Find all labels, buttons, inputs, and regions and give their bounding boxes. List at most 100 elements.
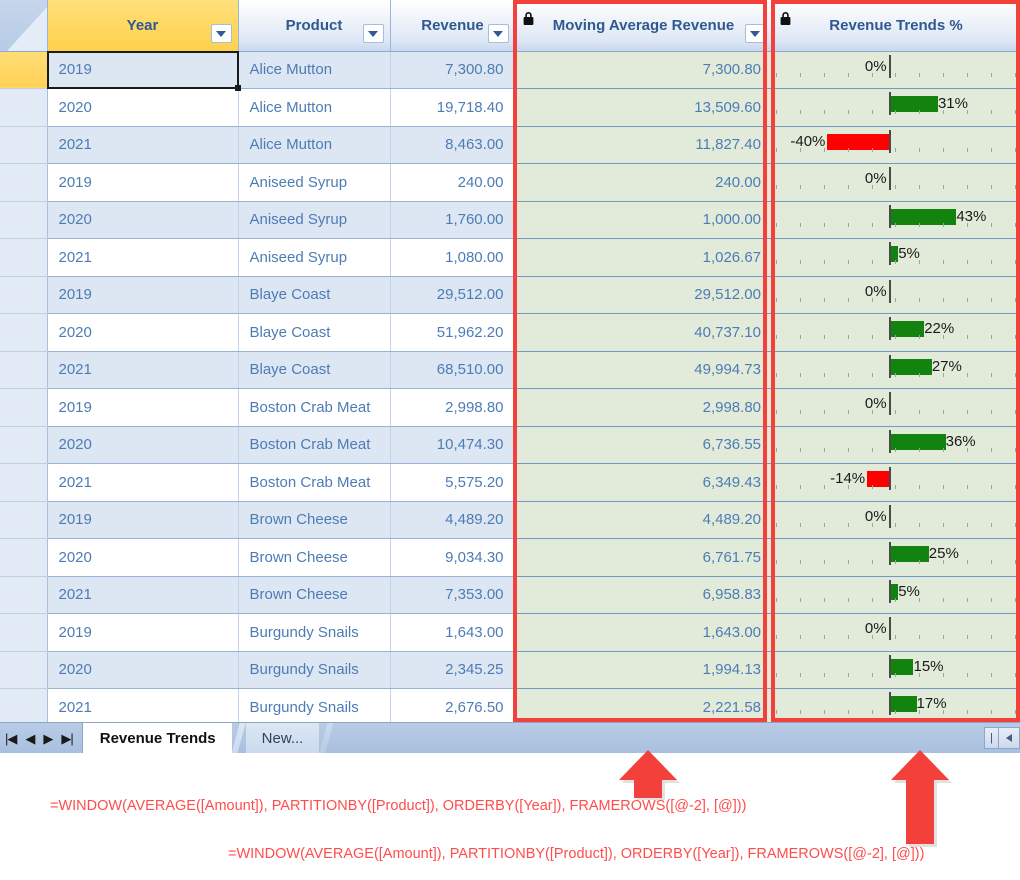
- cell-revenue[interactable]: 19,718.40: [390, 88, 516, 127]
- table-row[interactable]: 2021 Blaye Coast 68,510.00 49,994.73 27%: [0, 351, 1020, 389]
- cell-revenue[interactable]: 240.00: [390, 163, 516, 202]
- cell-revenue-trend[interactable]: 0%: [772, 51, 1020, 89]
- table-row[interactable]: 2021 Brown Cheese 7,353.00 6,958.83 5%: [0, 576, 1020, 614]
- cell-product[interactable]: Brown Cheese: [238, 501, 391, 539]
- cell-moving-average-revenue[interactable]: 4,489.20: [515, 501, 772, 539]
- selected-cell-year[interactable]: 2019: [46, 50, 241, 91]
- cell-year[interactable]: 2019: [47, 163, 239, 202]
- cell-moving-average-revenue[interactable]: 6,761.75: [515, 538, 772, 577]
- row-header-cell[interactable]: [0, 576, 48, 614]
- row-header-cell[interactable]: [0, 501, 48, 539]
- column-header-revenue[interactable]: Revenue: [390, 0, 516, 52]
- cell-product[interactable]: Brown Cheese: [238, 576, 391, 614]
- cell-moving-average-revenue[interactable]: 2,998.80: [515, 388, 772, 427]
- cell-product[interactable]: Aniseed Syrup: [238, 238, 391, 277]
- row-header-cell[interactable]: [0, 163, 48, 202]
- cell-year[interactable]: 2019: [47, 276, 239, 314]
- cell-moving-average-revenue[interactable]: 240.00: [515, 163, 772, 202]
- row-header-cell[interactable]: [0, 613, 48, 652]
- cell-moving-average-revenue[interactable]: 1,000.00: [515, 201, 772, 239]
- cell-moving-average-revenue[interactable]: 49,994.73: [515, 351, 772, 389]
- filter-button-product[interactable]: [362, 24, 384, 44]
- cell-product[interactable]: Aniseed Syrup: [238, 163, 391, 202]
- cell-revenue[interactable]: 7,300.80: [390, 51, 516, 89]
- cell-product[interactable]: Boston Crab Meat: [238, 388, 391, 427]
- cell-revenue-trend[interactable]: -14%: [772, 463, 1020, 502]
- cell-revenue[interactable]: 2,998.80: [390, 388, 516, 427]
- cell-revenue-trend[interactable]: 43%: [772, 201, 1020, 239]
- filter-button-revenue[interactable]: [487, 24, 509, 44]
- cell-year[interactable]: 2021: [47, 351, 239, 389]
- cell-revenue-trend[interactable]: 5%: [772, 576, 1020, 614]
- last-sheet-button[interactable]: ▶|: [61, 732, 73, 745]
- sheet-navigation-buttons[interactable]: |◀ ◀ ▶ ▶|: [0, 723, 83, 753]
- cell-revenue-trend[interactable]: 0%: [772, 388, 1020, 427]
- next-sheet-button[interactable]: ▶: [43, 732, 53, 745]
- row-header-cell[interactable]: [0, 238, 48, 277]
- cell-revenue-trend[interactable]: 5%: [772, 238, 1020, 277]
- cell-revenue[interactable]: 5,575.20: [390, 463, 516, 502]
- cell-revenue[interactable]: 1,760.00: [390, 201, 516, 239]
- cell-product[interactable]: Alice Mutton: [238, 126, 391, 164]
- row-header-cell[interactable]: [0, 276, 48, 314]
- cell-moving-average-revenue[interactable]: 40,737.10: [515, 313, 772, 352]
- cell-year[interactable]: 2020: [47, 538, 239, 577]
- table-row[interactable]: 2020 Blaye Coast 51,962.20 40,737.10 22%: [0, 313, 1020, 352]
- fill-handle[interactable]: [234, 85, 241, 91]
- cell-moving-average-revenue[interactable]: 7,300.80: [515, 51, 772, 89]
- cell-revenue[interactable]: 1,643.00: [390, 613, 516, 652]
- cell-product[interactable]: Blaye Coast: [238, 351, 391, 389]
- row-header-cell[interactable]: [0, 313, 48, 352]
- row-header-cell[interactable]: [0, 651, 48, 689]
- cell-revenue-trend[interactable]: 31%: [772, 88, 1020, 127]
- cell-year[interactable]: 2019: [47, 501, 239, 539]
- cell-year[interactable]: 2020: [47, 651, 239, 689]
- cell-revenue[interactable]: 29,512.00: [390, 276, 516, 314]
- cell-revenue[interactable]: 4,489.20: [390, 501, 516, 539]
- cell-moving-average-revenue[interactable]: 2,221.58: [515, 688, 772, 727]
- cell-product[interactable]: Blaye Coast: [238, 276, 391, 314]
- cell-product[interactable]: Blaye Coast: [238, 313, 391, 352]
- column-header-revenue-trends[interactable]: Revenue Trends %: [772, 0, 1020, 52]
- cell-product[interactable]: Alice Mutton: [238, 88, 391, 127]
- cell-revenue-trend[interactable]: 36%: [772, 426, 1020, 464]
- cell-revenue[interactable]: 1,080.00: [390, 238, 516, 277]
- cell-revenue[interactable]: 2,345.25: [390, 651, 516, 689]
- cell-moving-average-revenue[interactable]: 6,349.43: [515, 463, 772, 502]
- cell-product[interactable]: Burgundy Snails: [238, 613, 391, 652]
- cell-revenue-trend[interactable]: 0%: [772, 163, 1020, 202]
- sheet-tab-new[interactable]: New...: [245, 723, 320, 753]
- cell-revenue[interactable]: 51,962.20: [390, 313, 516, 352]
- row-header-cell[interactable]: [0, 88, 48, 127]
- cell-year[interactable]: 2020: [47, 313, 239, 352]
- cell-year[interactable]: 2021: [47, 576, 239, 614]
- cell-year[interactable]: 2021: [47, 688, 239, 727]
- first-sheet-button[interactable]: |◀: [5, 732, 17, 745]
- cell-moving-average-revenue[interactable]: 6,736.55: [515, 426, 772, 464]
- cell-revenue-trend[interactable]: -40%: [772, 126, 1020, 164]
- cell-product[interactable]: Boston Crab Meat: [238, 426, 391, 464]
- row-header-cell[interactable]: [0, 463, 48, 502]
- cell-product[interactable]: Burgundy Snails: [238, 651, 391, 689]
- column-header-product[interactable]: Product: [238, 0, 391, 52]
- cell-year[interactable]: 2019: [47, 613, 239, 652]
- column-header-moving-average-revenue[interactable]: Moving Average Revenue: [515, 0, 773, 52]
- table-row[interactable]: 2019 Brown Cheese 4,489.20 4,489.20 0%: [0, 501, 1020, 539]
- cell-year[interactable]: 2020: [47, 426, 239, 464]
- cell-product[interactable]: Alice Mutton: [238, 51, 391, 89]
- table-row[interactable]: 2019 Blaye Coast 29,512.00 29,512.00 0%: [0, 276, 1020, 314]
- cell-moving-average-revenue[interactable]: 6,958.83: [515, 576, 772, 614]
- cell-revenue[interactable]: 68,510.00: [390, 351, 516, 389]
- cell-revenue-trend[interactable]: 27%: [772, 351, 1020, 389]
- row-header-cell[interactable]: [0, 126, 48, 164]
- cell-moving-average-revenue[interactable]: 1,994.13: [515, 651, 772, 689]
- cell-revenue[interactable]: 9,034.30: [390, 538, 516, 577]
- cell-revenue-trend[interactable]: 25%: [772, 538, 1020, 577]
- cell-product[interactable]: Boston Crab Meat: [238, 463, 391, 502]
- cell-year[interactable]: 2021: [47, 238, 239, 277]
- cell-product[interactable]: Brown Cheese: [238, 538, 391, 577]
- scroll-left-button[interactable]: [999, 727, 1020, 749]
- table-row[interactable]: 2019 Boston Crab Meat 2,998.80 2,998.80 0%: [0, 388, 1020, 427]
- column-header-year[interactable]: Year: [47, 0, 239, 52]
- cell-year[interactable]: 2021: [47, 463, 239, 502]
